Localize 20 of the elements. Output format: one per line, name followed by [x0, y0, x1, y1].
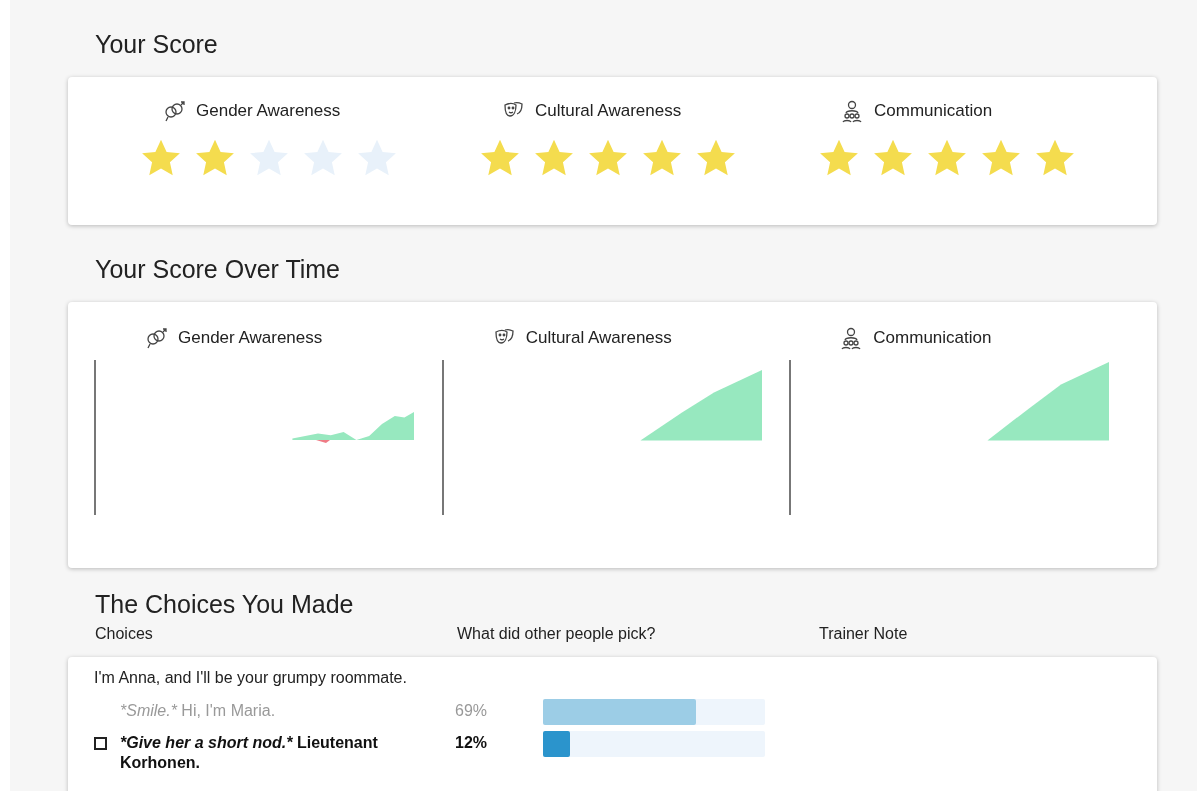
section-heading: Your Score Over Time [95, 255, 341, 284]
column-header: Trainer Note [819, 625, 909, 643]
category-label: Communication [874, 101, 993, 121]
column-header: Choices [95, 625, 154, 643]
percent-value: 69% [455, 701, 489, 721]
column-header: What did other people pick? [457, 625, 657, 643]
people-icon [840, 99, 864, 123]
gender-icon [144, 326, 168, 350]
percent-value: 12% [455, 733, 489, 753]
prompt-text: I'm Anna, and I'll be your grumpy roommate. [94, 669, 408, 687]
chart-label: Communication [873, 328, 992, 348]
chart-label: Cultural Awareness [525, 328, 672, 348]
choice-text: *Give her a short nod.* Lieutenant Korhonen. [120, 733, 379, 773]
category-label: Gender Awareness [196, 101, 341, 121]
category-label: Cultural Awareness [535, 101, 682, 121]
gender-icon [162, 99, 186, 123]
section-heading: The Choices You Made [95, 590, 355, 619]
choice-text: *Smile.* Hi, I'm Maria. [120, 701, 277, 721]
section-heading: Your Score [95, 30, 219, 59]
chart-label: Gender Awareness [178, 328, 323, 348]
